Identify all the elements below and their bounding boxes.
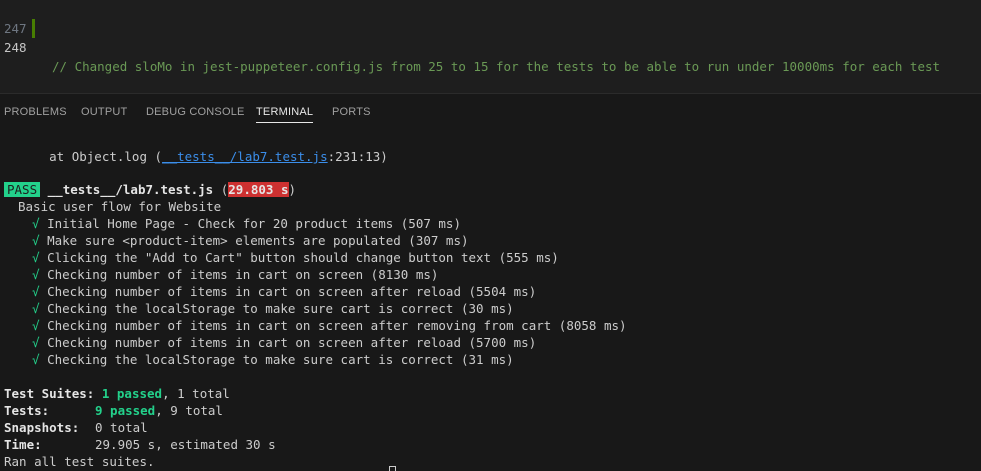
footer-text: Ran all test suites. <box>4 454 155 469</box>
test-case: √ Checking number of items in cart on sc… <box>32 267 439 282</box>
line-number: 248 <box>4 40 27 55</box>
check-icon: √ <box>32 352 40 367</box>
test-case: √ Clicking the "Add to Cart" button shou… <box>32 250 559 265</box>
test-case: √ Initial Home Page - Check for 20 produ… <box>32 216 461 231</box>
code-editor[interactable]: 247 248 // Changed sloMo in jest-puppete… <box>0 0 981 93</box>
panel-tabs: PROBLEMS OUTPUT DEBUG CONSOLE TERMINAL P… <box>0 94 981 130</box>
code-line-248[interactable]: 248 // Changed sloMo in jest-puppeteer.c… <box>0 19 940 74</box>
tab-terminal[interactable]: TERMINAL <box>256 106 314 123</box>
summary-suites: Test Suites: 1 passed, 1 total <box>4 386 230 401</box>
test-case: √ Make sure <product-item> elements are … <box>32 233 469 248</box>
summary-tests: Tests: 9 passed, 9 total <box>4 403 223 418</box>
test-file-name: __tests__/lab7.test.js <box>47 182 214 197</box>
suite-name: Basic user flow for Website <box>18 199 222 214</box>
tab-problems[interactable]: PROBLEMS <box>4 106 67 118</box>
git-modified-indicator[interactable] <box>32 19 35 38</box>
bottom-panel: PROBLEMS OUTPUT DEBUG CONSOLE TERMINAL P… <box>0 93 981 471</box>
log-file-link[interactable]: __tests__/lab7.test.js <box>162 149 328 164</box>
check-icon: √ <box>32 250 40 265</box>
code-line-247[interactable]: 247 <box>0 0 30 36</box>
tab-ports[interactable]: PORTS <box>332 106 371 118</box>
check-icon: √ <box>32 216 40 231</box>
test-case: √ Checking number of items in cart on sc… <box>32 335 537 350</box>
check-icon: √ <box>32 301 40 316</box>
tab-debug-console[interactable]: DEBUG CONSOLE <box>146 106 245 118</box>
test-case: √ Checking number of items in cart on sc… <box>32 284 537 299</box>
check-icon: √ <box>32 284 40 299</box>
check-icon: √ <box>32 233 40 248</box>
pass-badge: PASS <box>4 182 41 197</box>
check-icon: √ <box>32 318 40 333</box>
check-icon: √ <box>32 335 40 350</box>
log-location-line: at Object.log (__tests__/lab7.test.js:23… <box>4 149 388 164</box>
terminal-output[interactable]: at Object.log (__tests__/lab7.test.js:23… <box>0 142 981 471</box>
terminal-cursor-icon <box>389 466 396 471</box>
test-case: √ Checking the localStorage to make sure… <box>32 301 514 316</box>
summary-snapshots: Snapshots: 0 total <box>4 420 148 435</box>
test-case: √ Checking number of items in cart on sc… <box>32 318 627 333</box>
test-case: √ Checking the localStorage to make sure… <box>32 352 514 367</box>
duration-badge: 29.803 s <box>228 182 289 197</box>
summary-time: Time: 29.905 s, estimated 30 s <box>4 437 276 452</box>
code-comment: // Changed sloMo in jest-puppeteer.confi… <box>52 59 941 74</box>
test-result-header: PASS __tests__/lab7.test.js (29.803 s) <box>4 181 296 198</box>
tab-output[interactable]: OUTPUT <box>81 106 127 118</box>
check-icon: √ <box>32 267 40 282</box>
